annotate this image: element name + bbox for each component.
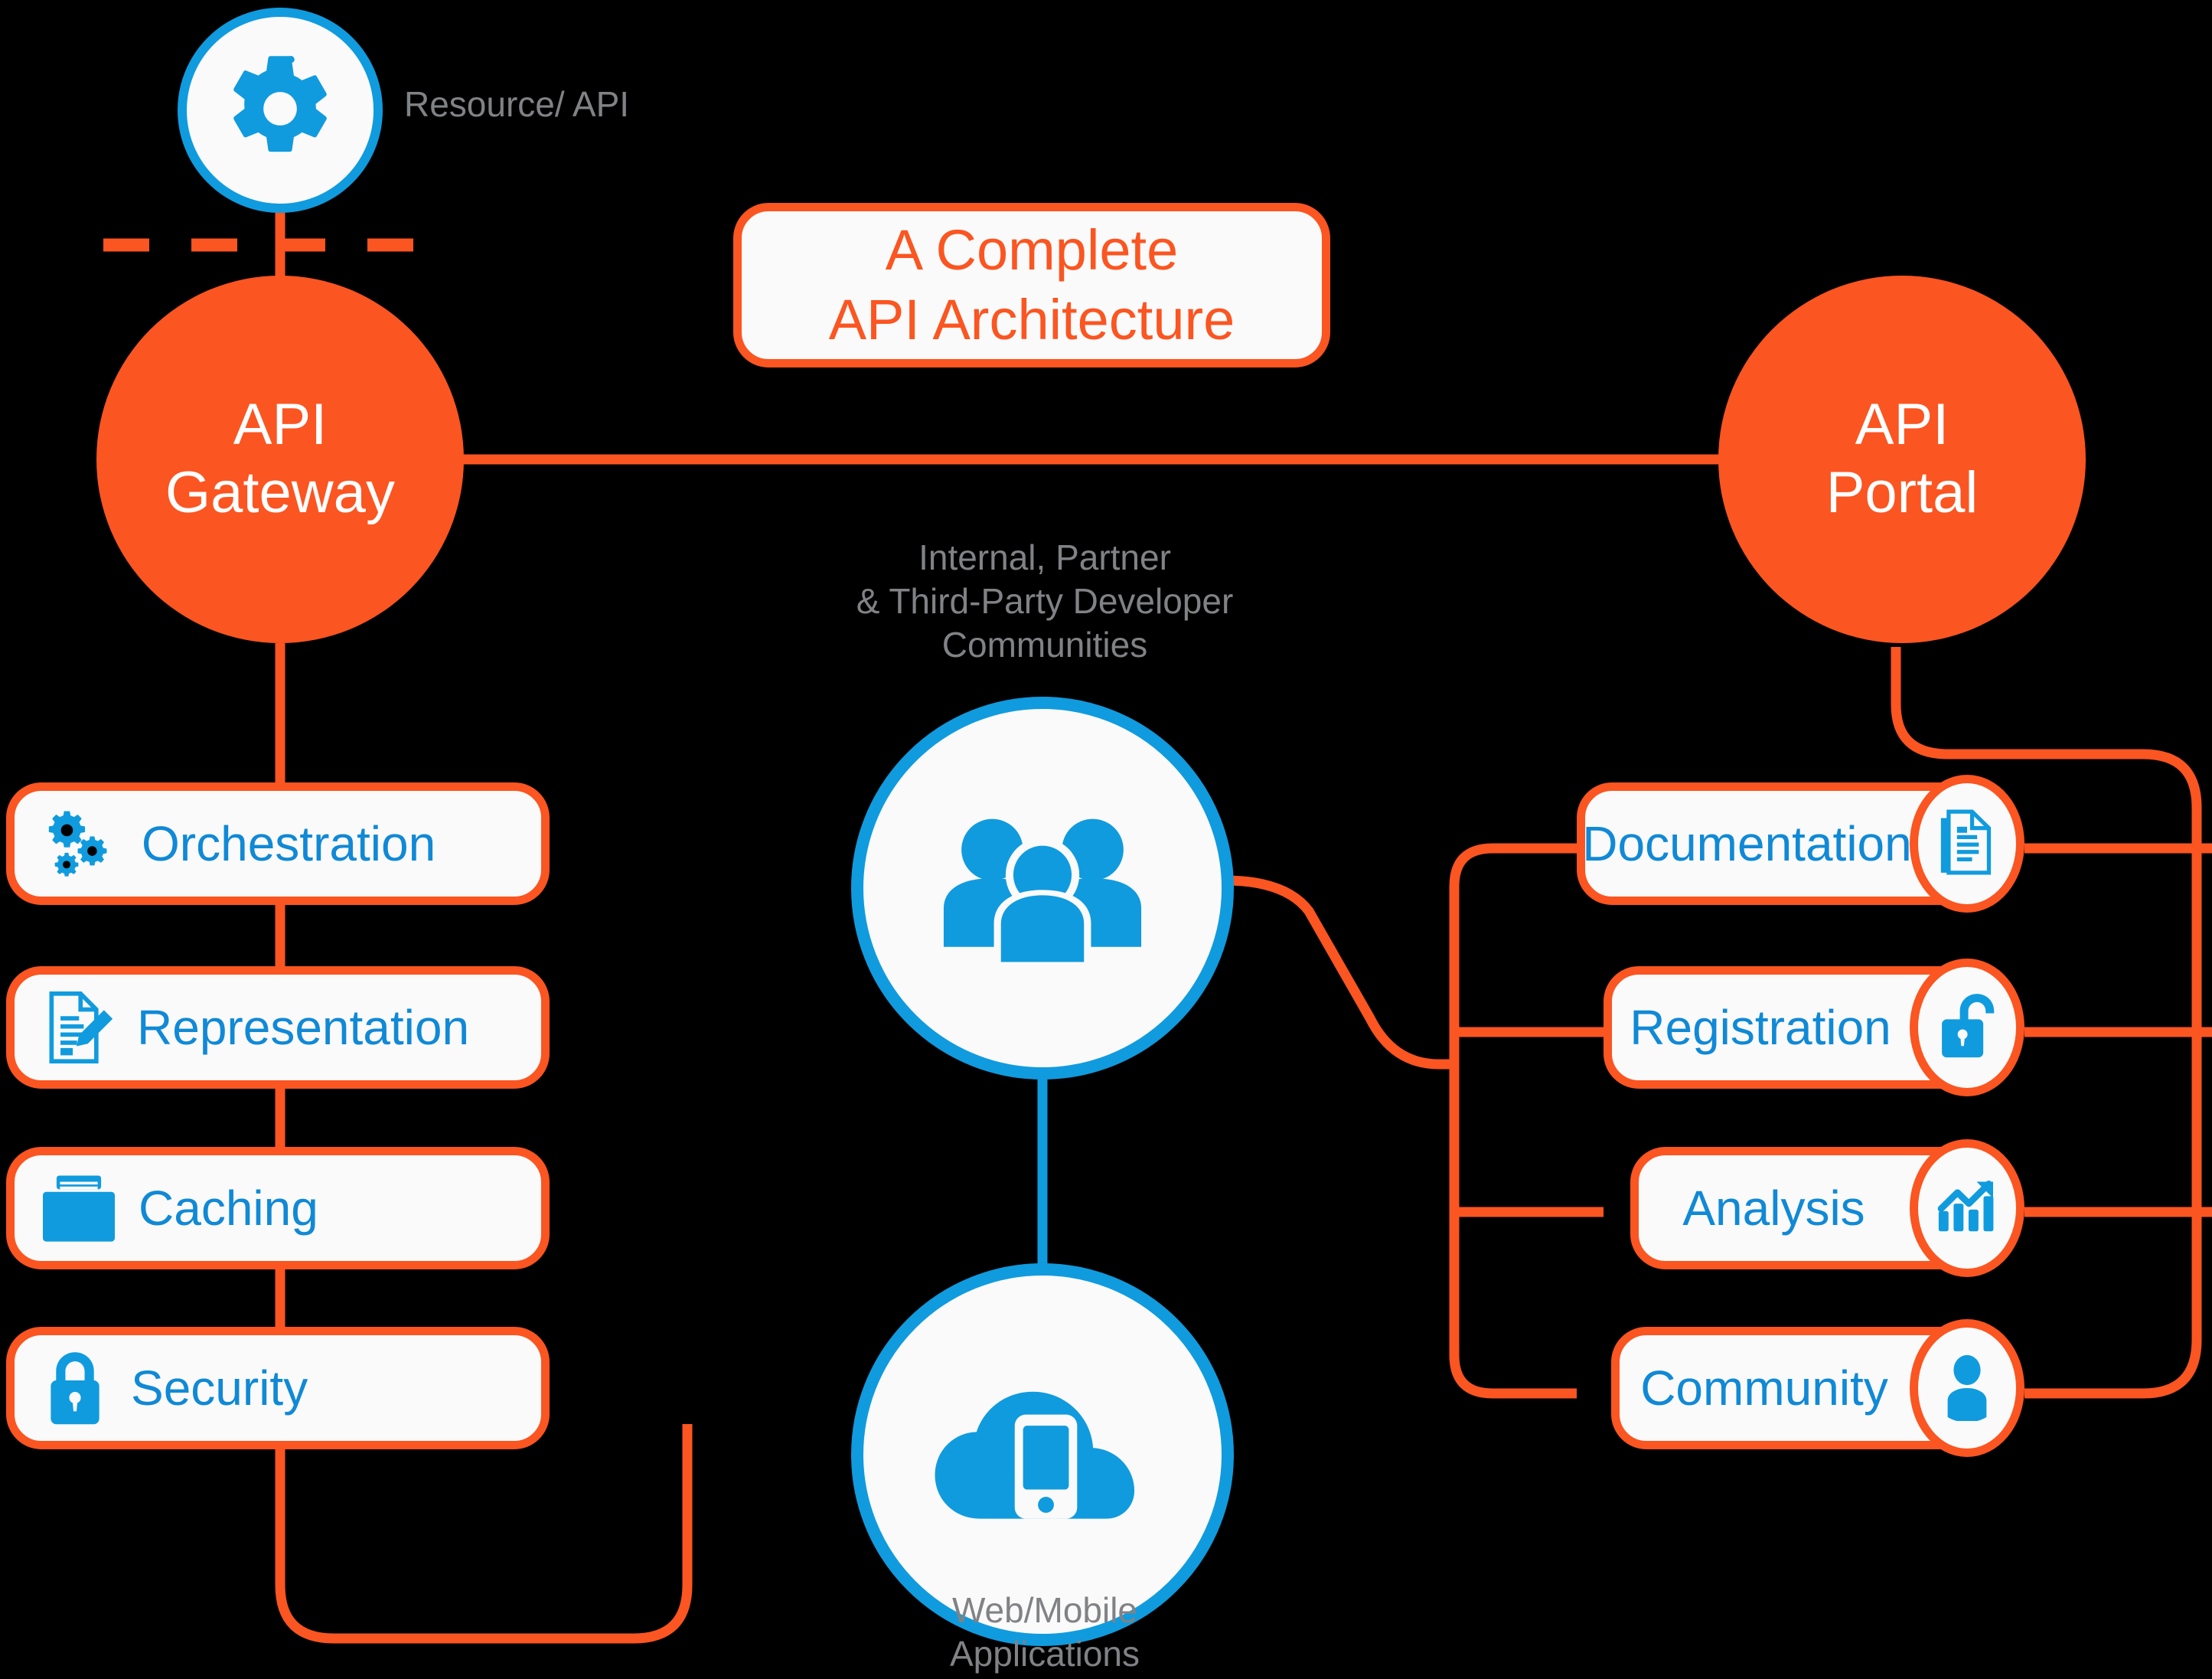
capability-security[interactable]: Security [6,1327,550,1449]
wire-developers-to-features [1224,875,1454,1070]
developer-communities-label: Internal, Partner & Third-Party Develope… [856,537,1234,665]
feature-label: Documentation [1582,816,1912,871]
feature-label: Analysis [1682,1181,1865,1236]
capability-representation[interactable]: Representation [6,966,550,1089]
developer-communities-node[interactable] [851,697,1234,1080]
feature-label: Registration [1630,1000,1891,1055]
title-line-2: API Architecture [828,287,1235,351]
document-icon [1936,807,1998,881]
gear-icon [223,51,338,170]
api-portal-node[interactable]: API Portal [1718,276,2086,643]
capability-caching[interactable]: Caching [6,1147,550,1269]
feature-registration-badge[interactable] [1910,959,2024,1096]
resource-api-label: Resource/ API [404,84,630,124]
feature-community-badge[interactable] [1910,1319,2024,1457]
api-gateway-line-1: API [233,392,328,458]
api-gateway-line-2: Gateway [165,460,395,525]
diagram-canvas: Resource/ API A Complete API Architectur… [0,0,2212,1679]
capability-label: Caching [139,1181,318,1236]
folder-icon [41,1172,117,1244]
capability-label: Representation [137,1000,470,1055]
padlock-closed-icon [41,1348,109,1428]
cloud-mobile-icon [931,1370,1153,1539]
capability-label: Orchestration [142,816,436,871]
feature-label: Community [1640,1361,1888,1416]
web-mobile-applications-label: Web/Mobile Applications [949,1590,1140,1674]
wire-security-to-applications [275,1424,693,1644]
gears-icon [41,804,120,884]
padlock-open-icon [1936,990,1998,1066]
wire-features-bracket [1449,843,1577,1399]
bar-chart-arrow-icon [1934,1176,2000,1241]
people-group-icon [935,802,1150,975]
feature-analysis-badge[interactable] [1910,1139,2024,1277]
person-icon [1941,1352,1993,1425]
feature-documentation-badge[interactable] [1910,775,2024,913]
api-gateway-node[interactable]: API Gateway [96,276,464,643]
api-portal-line-1: API [1855,392,1949,458]
document-pencil-icon [41,988,116,1067]
resource-api-node[interactable] [178,8,383,213]
capability-label: Security [131,1361,308,1416]
capability-orchestration[interactable]: Orchestration [6,782,550,905]
title-line-1: A Complete [885,218,1179,283]
api-portal-line-2: Portal [1825,460,1979,525]
diagram-title-box: A Complete API Architecture [733,203,1330,367]
